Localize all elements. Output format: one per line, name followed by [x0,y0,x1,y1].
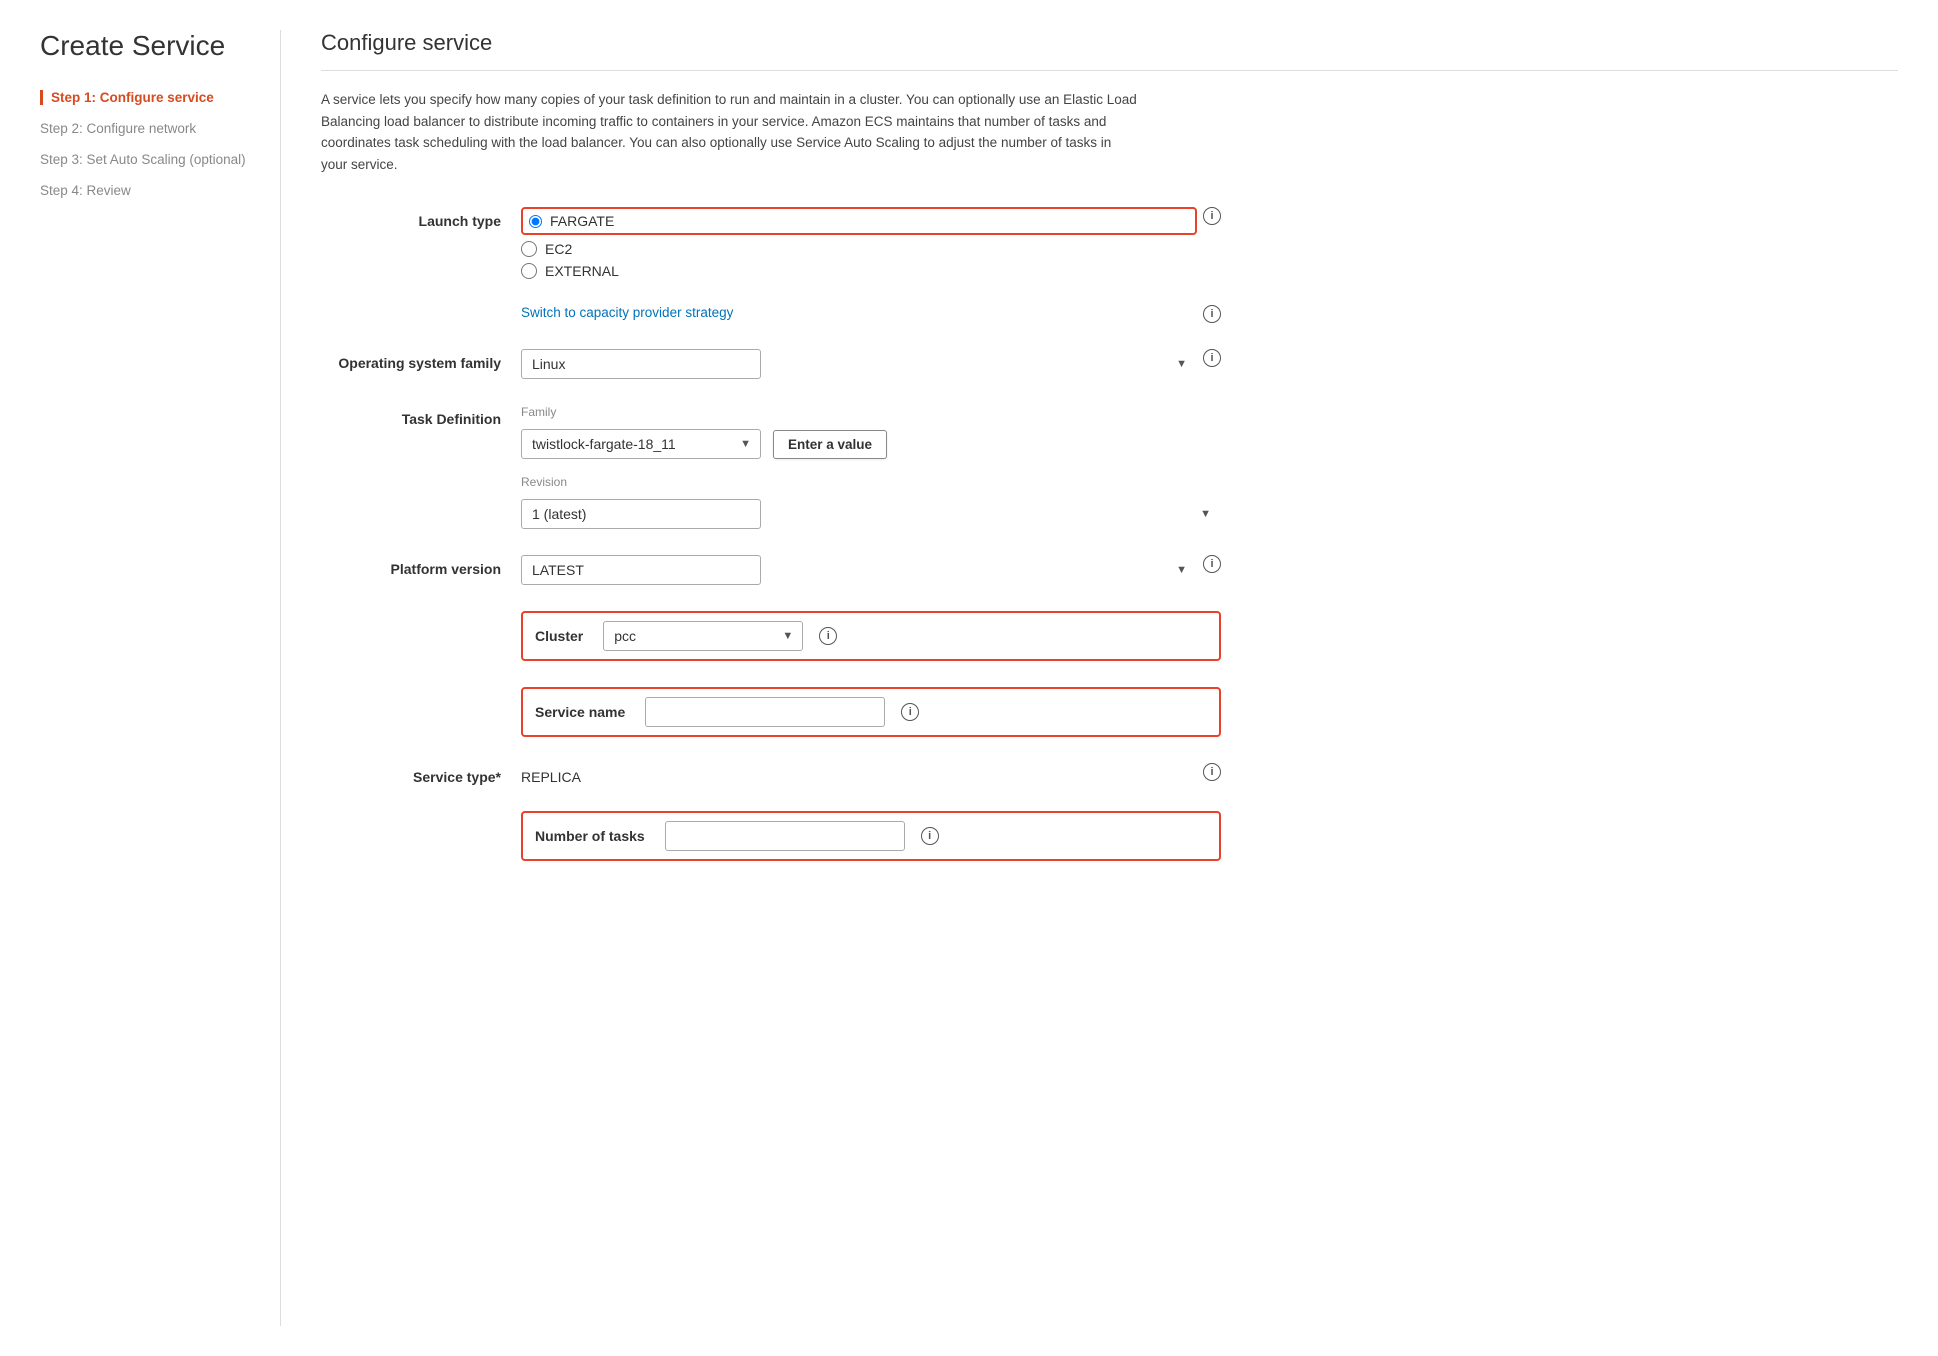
task-def-revision-chevron-icon: ▼ [1200,508,1211,520]
os-family-chevron-icon: ▼ [1176,358,1187,370]
cluster-row: Cluster pcc ▼ i [321,611,1221,661]
sidebar: Create Service Step 1: Configure service… [40,30,280,1326]
cluster-controls: Cluster pcc ▼ i [521,611,1221,661]
sidebar-step-4[interactable]: Step 4: Review [40,183,260,198]
task-definition-label: Task Definition [321,405,521,427]
service-type-row: Service type* REPLICA i [321,763,1221,785]
os-family-row: Operating system family Linux ▼ i [321,349,1221,379]
cluster-highlighted-wrapper: Cluster pcc ▼ i [521,611,1221,661]
switch-capacity-provider-link[interactable]: Switch to capacity provider strategy [521,305,1197,320]
sidebar-step-3[interactable]: Step 3: Set Auto Scaling (optional) [40,152,260,167]
sidebar-step-1[interactable]: Step 1: Configure service [40,90,260,105]
service-name-controls: Service name i [521,687,1221,737]
service-name-input[interactable] [645,697,885,727]
service-name-inline-label: Service name [535,704,635,720]
task-definition-controls: Family twistlock-fargate-18_11 ▼ Enter a… [521,405,1221,529]
platform-version-select-wrapper: LATEST ▼ [521,555,1197,585]
fargate-radio[interactable] [529,215,542,228]
ec2-radio-option[interactable]: EC2 [521,241,1197,257]
cluster-inline-label: Cluster [535,628,593,644]
capacity-provider-row: Switch to capacity provider strategy i [321,305,1221,323]
service-name-row: Service name i [321,687,1221,737]
service-type-label: Service type* [321,763,521,785]
launch-type-label: Launch type [321,207,521,229]
task-definition-revision-label: Revision [521,475,1221,489]
cluster-spacer [321,611,521,617]
ec2-radio[interactable] [521,241,537,257]
section-description: A service lets you specify how many copi… [321,89,1141,175]
cluster-select[interactable]: pcc [603,621,803,651]
number-of-tasks-spacer [321,811,521,817]
external-radio-option[interactable]: EXTERNAL [521,263,1197,279]
capacity-provider-spacer [321,305,521,311]
number-of-tasks-row: Number of tasks i [321,811,1221,861]
platform-version-controls: LATEST ▼ [521,555,1197,585]
os-family-info-icon[interactable]: i [1203,349,1221,367]
cluster-select-wrapper: pcc ▼ [603,621,803,651]
fargate-radio-option[interactable]: FARGATE [521,207,1197,235]
number-of-tasks-highlighted-wrapper: Number of tasks i [521,811,1221,861]
section-divider [321,70,1898,71]
number-of-tasks-input[interactable] [665,821,905,851]
launch-type-radio-group: FARGATE EC2 EXTERNAL [521,207,1197,279]
platform-version-label: Platform version [321,555,521,577]
os-family-label: Operating system family [321,349,521,371]
platform-version-row: Platform version LATEST ▼ i [321,555,1221,585]
fargate-label: FARGATE [550,213,614,229]
capacity-provider-info-icon[interactable]: i [1203,305,1221,323]
number-of-tasks-info-icon[interactable]: i [921,827,939,845]
enter-value-button[interactable]: Enter a value [773,430,887,459]
service-type-value: REPLICA [521,763,1197,785]
platform-version-chevron-icon: ▼ [1176,564,1187,576]
service-name-info-icon[interactable]: i [901,703,919,721]
platform-version-info-icon[interactable]: i [1203,555,1221,573]
capacity-provider-area: Switch to capacity provider strategy [521,305,1197,320]
task-def-revision-select-wrapper: 1 (latest) ▼ [521,499,1221,529]
external-label: EXTERNAL [545,263,619,279]
os-family-select[interactable]: Linux [521,349,761,379]
service-name-spacer [321,687,521,693]
task-def-family-select[interactable]: twistlock-fargate-18_11 [521,429,761,459]
service-name-highlighted-wrapper: Service name i [521,687,1221,737]
service-type-info-icon[interactable]: i [1203,763,1221,781]
task-definition-family-row: twistlock-fargate-18_11 ▼ Enter a value [521,429,1221,459]
launch-type-row: Launch type FARGATE EC2 EXTERNAL [321,207,1221,279]
os-family-controls: Linux ▼ [521,349,1197,379]
number-of-tasks-inline-label: Number of tasks [535,828,655,844]
ec2-label: EC2 [545,241,572,257]
task-def-family-select-wrapper: twistlock-fargate-18_11 ▼ [521,429,761,459]
task-definition-family-label: Family [521,405,1221,419]
page-title: Create Service [40,30,260,62]
os-family-select-wrapper: Linux ▼ [521,349,1197,379]
task-def-revision-select[interactable]: 1 (latest) [521,499,761,529]
external-radio[interactable] [521,263,537,279]
service-type-controls: REPLICA [521,763,1197,785]
main-content: Configure service A service lets you spe… [280,30,1898,1326]
cluster-info-icon[interactable]: i [819,627,837,645]
launch-type-controls: FARGATE EC2 EXTERNAL [521,207,1197,279]
section-title: Configure service [321,30,1898,56]
platform-version-select[interactable]: LATEST [521,555,761,585]
launch-type-info-icon[interactable]: i [1203,207,1221,225]
sidebar-step-2[interactable]: Step 2: Configure network [40,121,260,136]
task-definition-row: Task Definition Family twistlock-fargate… [321,405,1221,529]
number-of-tasks-controls: Number of tasks i [521,811,1221,861]
